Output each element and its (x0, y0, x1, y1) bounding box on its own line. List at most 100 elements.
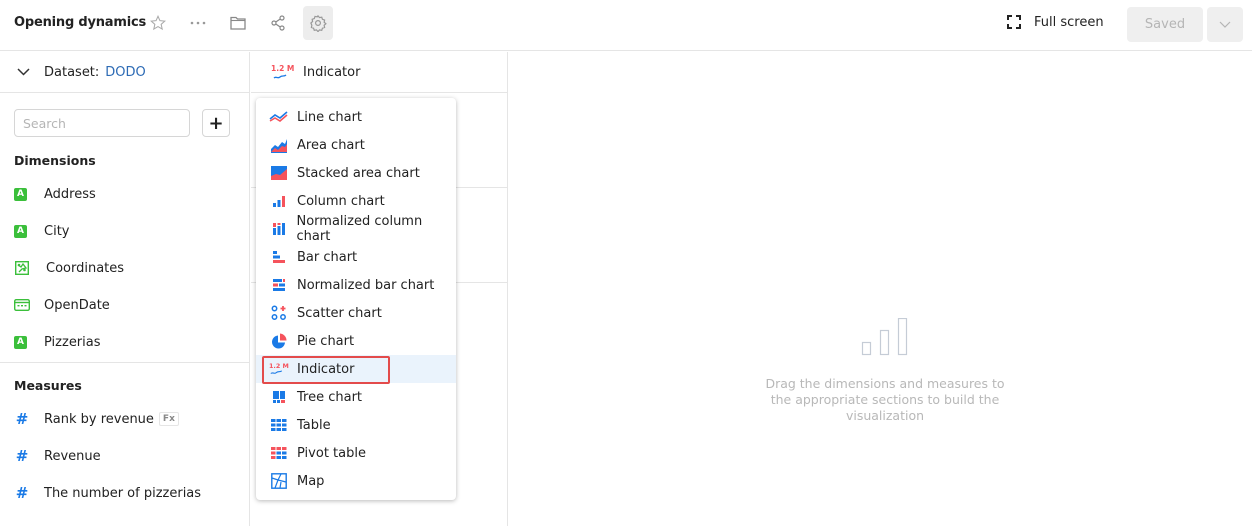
normalized-bar-chart-icon (269, 277, 289, 293)
viz-option-tree-chart[interactable]: Tree chart (256, 383, 456, 411)
more-button[interactable] (183, 8, 213, 38)
dataset-label: Dataset: (44, 64, 100, 80)
dataset-link[interactable]: DODO (105, 65, 146, 80)
number-type-icon: # (15, 484, 29, 502)
tree-chart-icon (269, 389, 289, 405)
geo-type-icon (14, 260, 30, 276)
viz-option-label: Tree chart (297, 389, 363, 405)
viz-option-label: Column chart (297, 193, 385, 209)
viz-option-label: Area chart (297, 137, 365, 153)
favorite-button[interactable] (143, 8, 173, 38)
measures-title: Measures (14, 378, 82, 393)
visualization-type-dropdown: Line chart Area chart Stacked area chart… (256, 98, 456, 500)
viz-option-label: Stacked area chart (297, 165, 420, 181)
chevron-down-icon[interactable] (17, 68, 30, 76)
viz-option-label: Normalized column chart (296, 214, 423, 244)
line-chart-icon (269, 109, 289, 125)
string-type-icon: A (14, 187, 27, 201)
chart-placeholder-icon (861, 318, 908, 356)
viz-option-normalized-column-chart[interactable]: Normalized column chart (256, 214, 456, 244)
section-divider (0, 362, 249, 363)
measure-label: Rank by revenue (44, 411, 154, 427)
column-chart-icon (269, 193, 289, 209)
svg-text:1.2 M: 1.2 M (271, 64, 294, 73)
visualization-type-selector[interactable]: 1.2 M Indicator (251, 52, 507, 93)
empty-state-text: Drag the dimensions and measures to the … (765, 376, 1005, 423)
formula-badge: Fx (158, 412, 179, 426)
date-type-icon (14, 297, 30, 313)
viz-option-label: Scatter chart (297, 305, 382, 321)
dimension-label: City (44, 223, 70, 239)
measure-label: Revenue (44, 448, 101, 464)
settings-icon (310, 14, 327, 32)
folder-button[interactable] (223, 8, 253, 38)
chevron-down-icon (1219, 21, 1231, 28)
share-button[interactable] (263, 8, 293, 38)
viz-option-label: Map (297, 473, 325, 489)
viz-option-table[interactable]: Table (256, 411, 456, 439)
measure-label: The number of pizzerias (44, 485, 202, 501)
page-title: Opening dynamics (14, 15, 147, 30)
viz-option-map[interactable]: Map (256, 467, 456, 495)
viz-option-scatter-chart[interactable]: Scatter chart (256, 299, 456, 327)
dimension-item[interactable]: OpenDate (14, 295, 110, 315)
normalized-column-chart-icon (269, 221, 289, 237)
viz-option-label: Indicator (297, 361, 355, 377)
fullscreen-label: Full screen (1034, 14, 1104, 30)
viz-option-column-chart[interactable]: Column chart (256, 187, 456, 215)
viz-option-label: Pie chart (297, 333, 355, 349)
fullscreen-button[interactable]: Full screen (1006, 14, 1104, 30)
svg-text:1.2 M: 1.2 M (269, 363, 289, 370)
pie-chart-icon (269, 333, 289, 349)
dimension-item[interactable]: Coordinates (14, 258, 124, 278)
measure-item[interactable]: # Revenue (14, 446, 101, 466)
scatter-chart-icon (269, 305, 289, 321)
dataset-panel: Dataset: DODO + Dimensions A Address A C… (0, 52, 250, 526)
viz-option-normalized-bar-chart[interactable]: Normalized bar chart (256, 271, 456, 299)
number-type-icon: # (15, 447, 29, 465)
indicator-icon: 1.2 M (271, 64, 294, 79)
viz-option-label: Table (297, 417, 331, 433)
save-button[interactable]: Saved (1127, 7, 1203, 42)
share-icon (271, 15, 285, 31)
string-type-icon: A (14, 335, 27, 349)
settings-button[interactable] (303, 6, 333, 40)
dimension-item[interactable]: A Pizzerias (14, 332, 101, 352)
search-input[interactable] (14, 109, 190, 137)
viz-option-indicator[interactable]: 1.2 M Indicator (256, 355, 456, 384)
dimension-item[interactable]: A Address (14, 184, 96, 204)
viz-option-label: Pivot table (297, 445, 366, 461)
viz-option-stacked-area-chart[interactable]: Stacked area chart (256, 159, 456, 187)
measure-item[interactable]: # The number of pizzerias (14, 483, 201, 503)
header-bar: Opening dynamics Full screen Saved (0, 0, 1252, 51)
fullscreen-icon (1007, 15, 1021, 29)
dimensions-title: Dimensions (14, 153, 96, 168)
folder-icon (230, 16, 246, 30)
empty-state: Drag the dimensions and measures to the … (760, 318, 1010, 424)
viz-option-label: Line chart (297, 109, 363, 125)
search-row: + (14, 109, 230, 137)
bar-chart-icon (269, 249, 289, 265)
map-icon (269, 473, 289, 489)
star-icon (150, 14, 166, 31)
pivot-table-icon (269, 445, 289, 461)
add-field-button[interactable]: + (202, 109, 230, 137)
dataset-selector[interactable]: Dataset: DODO (0, 52, 249, 93)
save-options-button[interactable] (1207, 7, 1243, 42)
dimension-label: Pizzerias (44, 334, 101, 350)
viz-option-bar-chart[interactable]: Bar chart (256, 243, 456, 271)
viz-option-line-chart[interactable]: Line chart (256, 103, 456, 131)
viz-option-pie-chart[interactable]: Pie chart (256, 327, 456, 355)
dimension-item[interactable]: A City (14, 221, 69, 241)
dimension-label: Coordinates (46, 260, 125, 276)
area-chart-icon (269, 137, 289, 153)
dimension-label: OpenDate (44, 297, 110, 313)
number-type-icon: # (15, 410, 29, 428)
stacked-area-chart-icon (269, 165, 289, 181)
viz-option-label: Bar chart (297, 249, 358, 265)
measure-item[interactable]: # Rank by revenue Fx (14, 409, 179, 429)
table-icon (269, 417, 289, 433)
viz-option-pivot-table[interactable]: Pivot table (256, 439, 456, 467)
viz-option-area-chart[interactable]: Area chart (256, 131, 456, 159)
indicator-icon: 1.2 M (269, 361, 289, 377)
